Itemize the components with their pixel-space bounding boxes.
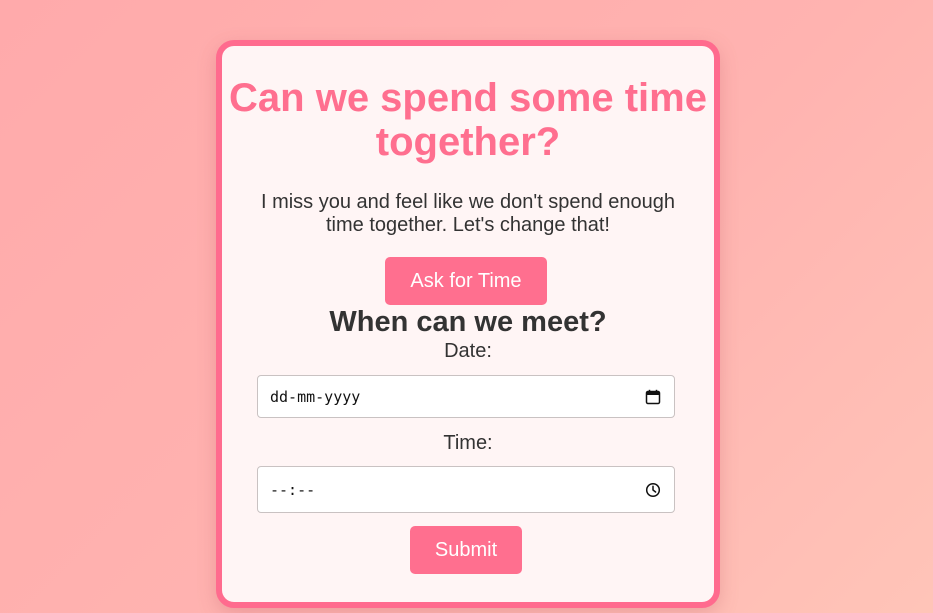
invitation-card: Can we spend some time together? I miss … — [216, 40, 720, 608]
calendar-icon[interactable] — [645, 389, 661, 405]
card-message: I miss you and feel like we don't spend … — [260, 191, 676, 236]
time-label: Time: — [443, 432, 493, 454]
meeting-heading: When can we meet? — [329, 306, 607, 338]
date-label: Date: — [444, 340, 492, 362]
time-input[interactable]: --:-- — [257, 466, 675, 513]
submit-button[interactable]: Submit — [410, 526, 522, 574]
clock-icon[interactable] — [645, 482, 661, 498]
time-input-value: --:-- — [270, 480, 316, 499]
date-input-value: dd-mm-yyyy — [270, 387, 361, 406]
date-input[interactable]: dd-mm-yyyy — [257, 375, 675, 418]
card-title: Can we spend some time together? — [229, 76, 707, 164]
ask-for-time-button[interactable]: Ask for Time — [385, 257, 547, 305]
